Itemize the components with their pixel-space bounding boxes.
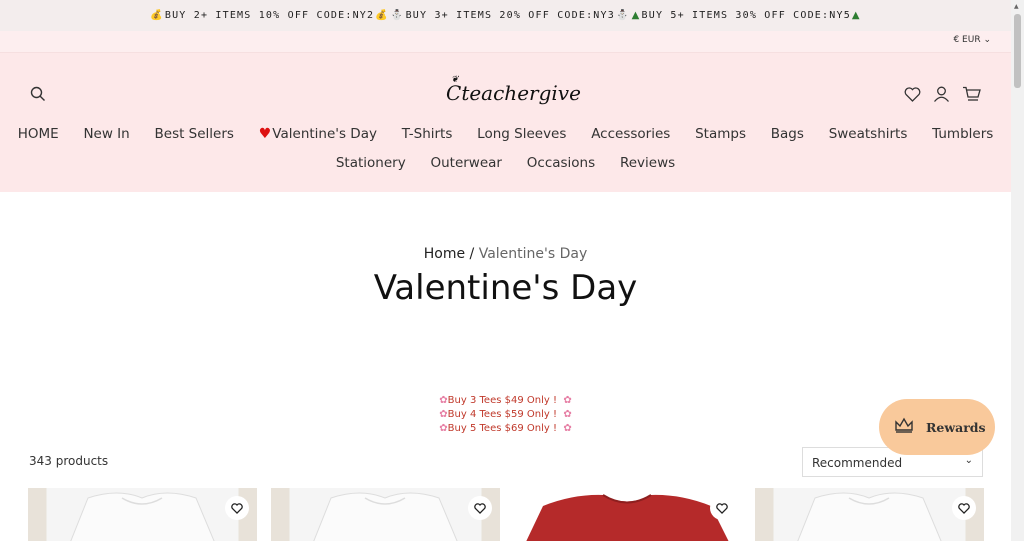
flower-icon: ✿ xyxy=(563,395,572,406)
nav-accessories[interactable]: Accessories xyxy=(591,126,670,142)
flower-icon: ✿ xyxy=(439,409,448,420)
logo-text: Cteachergive xyxy=(446,81,581,105)
nav-outerwear[interactable]: Outerwear xyxy=(430,155,502,171)
promo-line: ✿Buy 5 Tees $69 Only ! ✿ xyxy=(439,423,572,434)
wishlist-icon[interactable] xyxy=(225,496,249,520)
product-card[interactable] xyxy=(28,488,257,541)
snowman-icon: ⛄ xyxy=(615,10,630,21)
announcement-offer-1: BUY 2+ ITEMS 10% OFF CODE:NY2 xyxy=(164,10,375,21)
announcement-bar: 💰 BUY 2+ ITEMS 10% OFF CODE:NY2 💰 ⛄ BUY … xyxy=(0,0,1011,31)
rewards-button[interactable]: Rewards xyxy=(879,399,995,455)
nav-reviews[interactable]: Reviews xyxy=(620,155,675,171)
product-card[interactable] xyxy=(271,488,500,541)
money-bag-icon: 💰 xyxy=(150,10,164,21)
nav-tumblers[interactable]: Tumblers xyxy=(932,126,993,142)
product-image xyxy=(271,488,500,541)
nav-long-sleeves[interactable]: Long Sleeves xyxy=(477,126,566,142)
breadcrumb-current: Valentine's Day xyxy=(478,246,588,262)
heart-icon: ♥ xyxy=(258,126,272,142)
site-header: ❦ Cteachergive HOME New In Best Sellers … xyxy=(0,53,1011,192)
nav-stationery[interactable]: Stationery xyxy=(336,155,406,171)
christmas-tree-icon: ▲ xyxy=(851,10,861,21)
breadcrumb-separator: / xyxy=(469,246,475,262)
nav-t-shirts[interactable]: T-Shirts xyxy=(402,126,453,142)
utility-bar: € EUR ⌄ xyxy=(0,31,1011,53)
wishlist-icon[interactable] xyxy=(710,496,734,520)
nav-home[interactable]: HOME xyxy=(18,126,59,142)
snowman-icon: ⛄ xyxy=(390,10,405,21)
promo-line: ✿Buy 3 Tees $49 Only ! ✿ xyxy=(439,395,572,406)
christmas-tree-icon: ▲ xyxy=(631,10,641,21)
nav-valentines-label: Valentine's Day xyxy=(272,126,377,142)
breadcrumb-home[interactable]: Home xyxy=(424,246,465,262)
wishlist-icon[interactable] xyxy=(952,496,976,520)
scroll-up-icon[interactable]: ▲ xyxy=(1014,3,1019,10)
nav-stamps[interactable]: Stamps xyxy=(695,126,746,142)
main-nav-row-1: HOME New In Best Sellers ♥Valentine's Da… xyxy=(0,126,1011,142)
product-image xyxy=(755,488,984,541)
rewards-label: Rewards xyxy=(926,419,986,435)
main-nav-row-2: Stationery Outerwear Occasions Reviews xyxy=(0,155,1011,171)
sort-selected: Recommended xyxy=(812,456,903,470)
breadcrumb: Home / Valentine's Day xyxy=(0,246,1011,262)
announcement-offer-2: BUY 3+ ITEMS 20% OFF CODE:NY3 xyxy=(405,10,615,21)
currency-selector[interactable]: € EUR ⌄ xyxy=(953,35,991,45)
product-image xyxy=(28,488,257,541)
page-title: Valentine's Day xyxy=(373,268,638,308)
flower-icon: ✿ xyxy=(439,395,448,406)
wishlist-icon[interactable] xyxy=(904,87,921,106)
cart-icon[interactable] xyxy=(962,86,981,106)
money-bag-icon: 💰 xyxy=(375,10,389,21)
chevron-down-icon: ⌄ xyxy=(964,455,973,466)
chevron-down-icon: ⌄ xyxy=(983,35,991,45)
nav-occasions[interactable]: Occasions xyxy=(527,155,595,171)
site-logo[interactable]: ❦ Cteachergive xyxy=(444,75,581,115)
search-icon[interactable] xyxy=(30,86,46,106)
announcement-offer-3: BUY 5+ ITEMS 30% OFF CODE:NY5 xyxy=(641,10,851,21)
wishlist-icon[interactable] xyxy=(468,496,492,520)
product-card[interactable] xyxy=(513,488,742,541)
product-image xyxy=(513,488,742,541)
flower-icon: ✿ xyxy=(563,409,572,420)
account-icon[interactable] xyxy=(933,86,950,106)
nav-sweatshirts[interactable]: Sweatshirts xyxy=(829,126,908,142)
product-count: 343 products xyxy=(29,454,109,468)
promo-block: ✿Buy 3 Tees $49 Only ! ✿ ✿Buy 4 Tees $59… xyxy=(0,394,1011,436)
currency-label: € EUR xyxy=(953,35,981,45)
promo-line: ✿Buy 4 Tees $59 Only ! ✿ xyxy=(439,409,572,420)
nav-best-sellers[interactable]: Best Sellers xyxy=(155,126,234,142)
nav-new-in[interactable]: New In xyxy=(83,126,129,142)
flower-icon: ✿ xyxy=(563,423,572,434)
scrollbar-thumb[interactable] xyxy=(1014,14,1021,88)
product-card[interactable] xyxy=(755,488,984,541)
nav-valentines-day[interactable]: ♥Valentine's Day xyxy=(259,126,377,142)
nav-bags[interactable]: Bags xyxy=(771,126,804,142)
page-scrollbar[interactable]: ▲ xyxy=(1011,0,1024,541)
flower-icon: ✿ xyxy=(439,423,448,434)
crown-icon xyxy=(894,417,914,437)
